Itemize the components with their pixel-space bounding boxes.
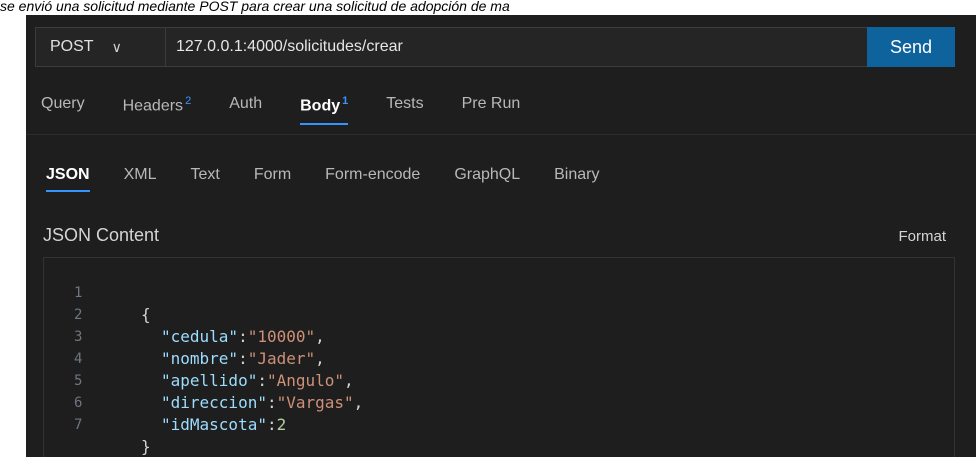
format-button[interactable]: Format — [898, 228, 946, 245]
method-select[interactable]: POST ∨ — [36, 28, 166, 66]
code-line: "apellido":"Angulo", — [161, 371, 354, 390]
request-panel: POST ∨ Send Query Headers2 Auth Body1 Te… — [26, 15, 976, 457]
editor-line: 7 } — [44, 392, 151, 456]
tab-query[interactable]: Query — [41, 95, 85, 125]
chevron-down-icon: ∨ — [111, 38, 122, 55]
editor-line: 2 "cedula":"10000", — [44, 282, 325, 346]
json-editor[interactable]: 1 { 2 "cedula":"10000", 3 "nombre":"Jade… — [43, 257, 955, 457]
body-tab-form[interactable]: Form — [254, 166, 291, 192]
send-button[interactable]: Send — [867, 27, 955, 67]
editor-line: 6 "idMascota":2 — [44, 370, 286, 434]
editor-line: 4 "apellido":"Angulo", — [44, 326, 354, 390]
count-badge: 1 — [342, 95, 349, 107]
tab-divider — [26, 134, 976, 135]
request-tabs: Query Headers 2 Auth Body 1 Tests Pre Run — [41, 95, 558, 125]
url-input[interactable] — [176, 28, 836, 66]
tab-label: Pre Run — [461, 95, 521, 112]
tab-pre-run[interactable]: Pre Run — [462, 95, 521, 125]
body-tab-xml[interactable]: XML — [124, 166, 157, 192]
editor-line: 3 "nombre":"Jader", — [44, 304, 325, 368]
code-line: "nombre":"Jader", — [161, 349, 325, 368]
body-tab-text[interactable]: Text — [190, 166, 219, 192]
tab-auth[interactable]: Auth — [229, 95, 262, 125]
tab-label: Headers — [122, 97, 184, 115]
tab-label: Tests — [386, 95, 424, 112]
code-line: "direccion":"Vargas", — [161, 393, 364, 412]
close-brace: } — [141, 437, 151, 456]
json-key: "nombre" — [161, 349, 239, 368]
json-value: "Angulo" — [266, 371, 345, 390]
json-key: "apellido" — [161, 371, 258, 390]
tab-body[interactable]: Body 1 — [300, 95, 349, 125]
json-key: "direccion" — [161, 393, 267, 412]
line-number: 7 — [74, 417, 83, 433]
code-line: "idMascota":2 — [161, 415, 287, 434]
tab-label: Body — [300, 97, 341, 115]
tab-headers[interactable]: Headers 2 — [123, 95, 192, 125]
body-type-tabs: JSON XML Text Form Form-encode GraphQL B… — [46, 166, 633, 192]
method-label: POST — [50, 38, 94, 55]
body-tab-graphql[interactable]: GraphQL — [454, 166, 520, 192]
json-value: "Vargas" — [276, 393, 354, 412]
json-value: 2 — [276, 415, 287, 434]
json-value: "Jader" — [247, 349, 316, 368]
editor-line: 5 "direccion":"Vargas", — [44, 348, 363, 412]
tab-label: Query — [41, 95, 85, 112]
url-bar: POST ∨ Send — [35, 27, 955, 67]
count-badge: 2 — [185, 95, 192, 107]
open-brace: { — [141, 305, 151, 324]
body-tab-binary[interactable]: Binary — [554, 166, 599, 192]
body-tab-json[interactable]: JSON — [46, 166, 90, 192]
json-key: "idMascota" — [161, 415, 267, 434]
json-value: "10000" — [247, 327, 316, 346]
code-line: "cedula":"10000", — [161, 327, 325, 346]
json-key: "cedula" — [161, 327, 239, 346]
editor-line: 1 { — [44, 260, 151, 324]
tab-label: Auth — [229, 95, 263, 112]
caption-text: se envió una solicitud mediante POST par… — [0, 0, 976, 15]
body-tab-form-encode[interactable]: Form-encode — [325, 166, 420, 192]
json-content-label: JSON Content — [43, 225, 160, 245]
tab-tests[interactable]: Tests — [386, 95, 423, 125]
